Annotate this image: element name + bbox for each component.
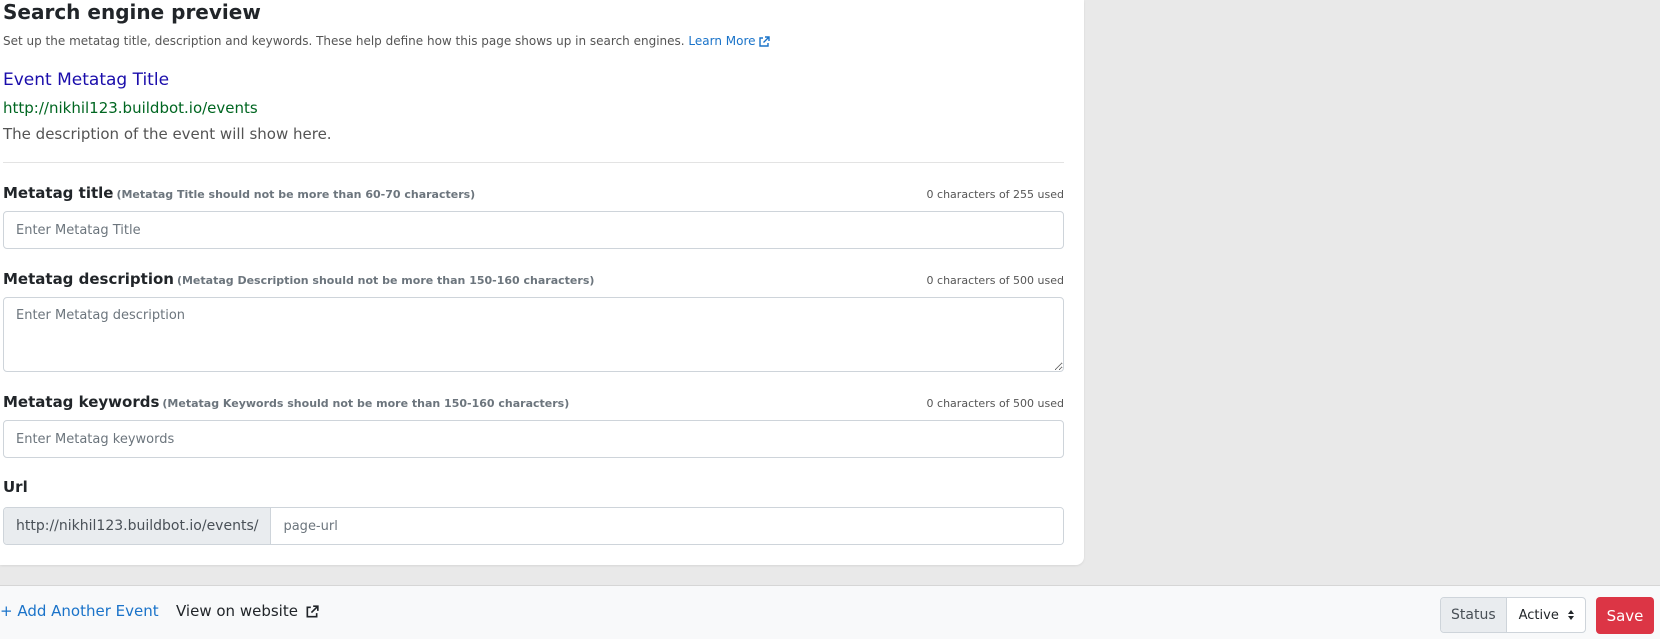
learn-more-link[interactable]: Learn More — [688, 34, 770, 48]
metatag-description-counter: 0 characters of 500 used — [926, 274, 1064, 287]
status-label: Status — [1441, 598, 1507, 632]
status-value: Active — [1518, 607, 1559, 623]
footer-bar: + Add Another Event View on website Stat… — [0, 585, 1660, 639]
preview-description: The description of the event will show h… — [3, 125, 332, 143]
section-subtitle-text: Set up the metatag title, description an… — [3, 34, 685, 48]
metatag-description-textarea[interactable] — [3, 297, 1064, 372]
view-on-website-label: View on website — [176, 602, 298, 620]
status-select[interactable]: Active — [1507, 598, 1585, 632]
view-on-website-link[interactable]: View on website — [176, 602, 319, 620]
preview-url: http://nikhil123.buildbot.io/events — [3, 99, 258, 117]
metatag-description-hint: (Metatag Description should not be more … — [176, 274, 595, 287]
status-control: Status Active — [1440, 597, 1586, 633]
divider — [3, 162, 1064, 163]
metatag-keywords-hint: (Metatag Keywords should not be more tha… — [162, 397, 570, 410]
metatag-description-label: Metatag description (Metatag Description … — [3, 270, 594, 288]
url-input-group: http://nikhil123.buildbot.io/events/ — [3, 507, 1064, 545]
seo-card: Search engine preview Set up the metatag… — [0, 0, 1084, 565]
metatag-keywords-label: Metatag keywords (Metatag Keywords should… — [3, 393, 569, 411]
metatag-title-label: Metatag title (Metatag Title should not b… — [3, 184, 475, 202]
sort-caret-icon — [1567, 610, 1574, 620]
section-subtitle: Set up the metatag title, description an… — [3, 34, 770, 48]
metatag-title-input[interactable] — [3, 211, 1064, 249]
metatag-title-label-text: Metatag title — [3, 184, 114, 202]
url-prefix: http://nikhil123.buildbot.io/events/ — [4, 508, 272, 544]
metatag-keywords-input[interactable] — [3, 420, 1064, 458]
metatag-title-hint: (Metatag Title should not be more than 6… — [116, 188, 476, 201]
metatag-title-counter: 0 characters of 255 used — [926, 188, 1064, 201]
add-another-event-link[interactable]: + Add Another Event — [0, 602, 159, 620]
external-link-icon — [306, 604, 319, 617]
url-label: Url — [3, 478, 28, 496]
preview-title: Event Metatag Title — [3, 70, 170, 90]
save-button[interactable]: Save — [1596, 597, 1654, 634]
metatag-keywords-label-text: Metatag keywords — [3, 393, 160, 411]
learn-more-label: Learn More — [688, 34, 756, 48]
metatag-description-label-text: Metatag description — [3, 270, 174, 288]
external-link-icon — [758, 35, 770, 47]
url-slug-input[interactable] — [271, 508, 1063, 544]
metatag-keywords-counter: 0 characters of 500 used — [926, 397, 1064, 410]
section-title: Search engine preview — [3, 0, 261, 24]
